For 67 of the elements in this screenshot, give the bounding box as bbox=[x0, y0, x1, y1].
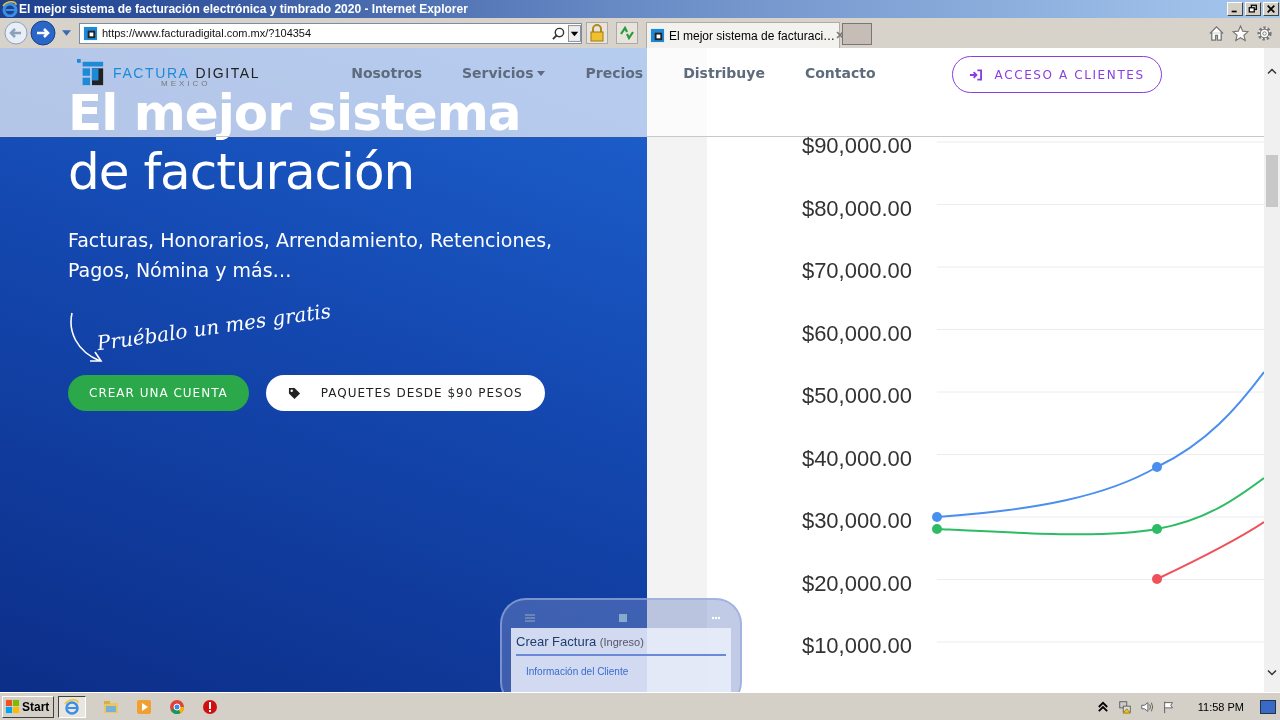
window-title: El mejor sistema de facturación electrónica y timbrado 2020 - Internet Explorer bbox=[19, 2, 469, 16]
nav-link[interactable]: Precios bbox=[585, 65, 644, 81]
network-icon[interactable] bbox=[1117, 699, 1132, 714]
sign-in-icon bbox=[968, 68, 982, 81]
packages-button[interactable]: PAQUETES DESDE $90 PESOS bbox=[265, 375, 545, 411]
clock: 11:58 PM bbox=[1197, 700, 1244, 713]
hero-subtitle: Facturas, Honorarios, Arrendamiento, Retenciones, Pagos, Nómina y más… bbox=[68, 228, 554, 283]
more-icon bbox=[711, 614, 721, 622]
hero-title: de facturación bbox=[68, 142, 415, 203]
speaker-icon[interactable] bbox=[1139, 699, 1154, 714]
new-tab-button[interactable] bbox=[842, 23, 872, 45]
form-section-label: Información del Cliente bbox=[526, 666, 630, 677]
scroll-up-icon[interactable] bbox=[1267, 68, 1277, 75]
logo-text: DIGITAL bbox=[195, 65, 261, 81]
refresh-icon[interactable] bbox=[616, 22, 638, 44]
windows-logo-icon bbox=[5, 699, 20, 714]
address-field[interactable]: https://www.facturadigital.com.mx/?104354 bbox=[79, 22, 582, 44]
close-button[interactable] bbox=[1263, 2, 1279, 16]
browser-tab[interactable]: El mejor sistema de facturaci… bbox=[646, 22, 840, 48]
flag-icon[interactable] bbox=[1161, 699, 1176, 714]
home-icon[interactable] bbox=[1208, 24, 1225, 42]
axis-label: $60,000.00 bbox=[801, 320, 912, 346]
restore-button[interactable] bbox=[1245, 2, 1261, 16]
forward-button[interactable] bbox=[30, 20, 56, 46]
address-dropdown-icon[interactable] bbox=[568, 24, 581, 42]
axis-label: $20,000.00 bbox=[801, 570, 912, 596]
restore-icon bbox=[1248, 4, 1258, 14]
form-title: Crear Factura (Ingreso) bbox=[516, 634, 726, 656]
axis-label: $10,000.00 bbox=[801, 633, 912, 658]
trial-note: Pruébalo un mes gratis bbox=[95, 298, 333, 356]
tray-expand-icon[interactable] bbox=[1095, 699, 1110, 714]
tab-title: El mejor sistema de facturaci… bbox=[669, 28, 836, 43]
nav-link[interactable]: Servicios bbox=[462, 65, 546, 81]
lock-icon[interactable] bbox=[586, 22, 608, 44]
history-dropdown-icon[interactable] bbox=[62, 30, 71, 36]
axis-label: $40,000.00 bbox=[801, 445, 912, 471]
scroll-down-icon[interactable] bbox=[1267, 669, 1277, 676]
logo-icon bbox=[77, 59, 105, 87]
nav-link[interactable]: Distribuye bbox=[683, 65, 765, 81]
logo-tagline: MEXICO bbox=[161, 80, 212, 88]
show-desktop-button[interactable] bbox=[1260, 699, 1276, 714]
site-favicon-icon bbox=[650, 28, 665, 43]
axis-label: $90,000.00 bbox=[801, 133, 912, 158]
browser-taskbar-button[interactable] bbox=[58, 695, 87, 718]
nav-link[interactable]: Nosotros bbox=[351, 65, 422, 81]
nav-link[interactable]: Contacto bbox=[804, 65, 876, 81]
tag-icon bbox=[287, 386, 301, 400]
minimize-button[interactable] bbox=[1227, 2, 1243, 16]
settings-icon[interactable] bbox=[1256, 24, 1273, 42]
app-logo-icon bbox=[618, 614, 628, 622]
menu-icon bbox=[525, 614, 535, 622]
site-favicon-icon bbox=[83, 25, 98, 41]
axis-label: $30,000.00 bbox=[801, 508, 912, 533]
start-button[interactable]: Start bbox=[2, 695, 55, 718]
create-account-button[interactable]: CREAR UNA CUENTA bbox=[68, 375, 249, 411]
caret-icon bbox=[537, 70, 546, 76]
stop-sign-icon[interactable] bbox=[202, 698, 219, 715]
browser-logo-icon bbox=[2, 1, 18, 17]
axis-label: $70,000.00 bbox=[801, 258, 912, 283]
favorites-star-icon[interactable] bbox=[1232, 24, 1249, 42]
search-icon[interactable] bbox=[552, 26, 565, 40]
axis-label: $80,000.00 bbox=[801, 195, 912, 221]
scrollbar-thumb[interactable] bbox=[1266, 155, 1278, 207]
logo-text: FACTURA bbox=[113, 65, 190, 81]
scrollbar[interactable] bbox=[1264, 48, 1280, 692]
axis-label: $50,000.00 bbox=[801, 383, 912, 408]
close-icon bbox=[1266, 4, 1276, 14]
